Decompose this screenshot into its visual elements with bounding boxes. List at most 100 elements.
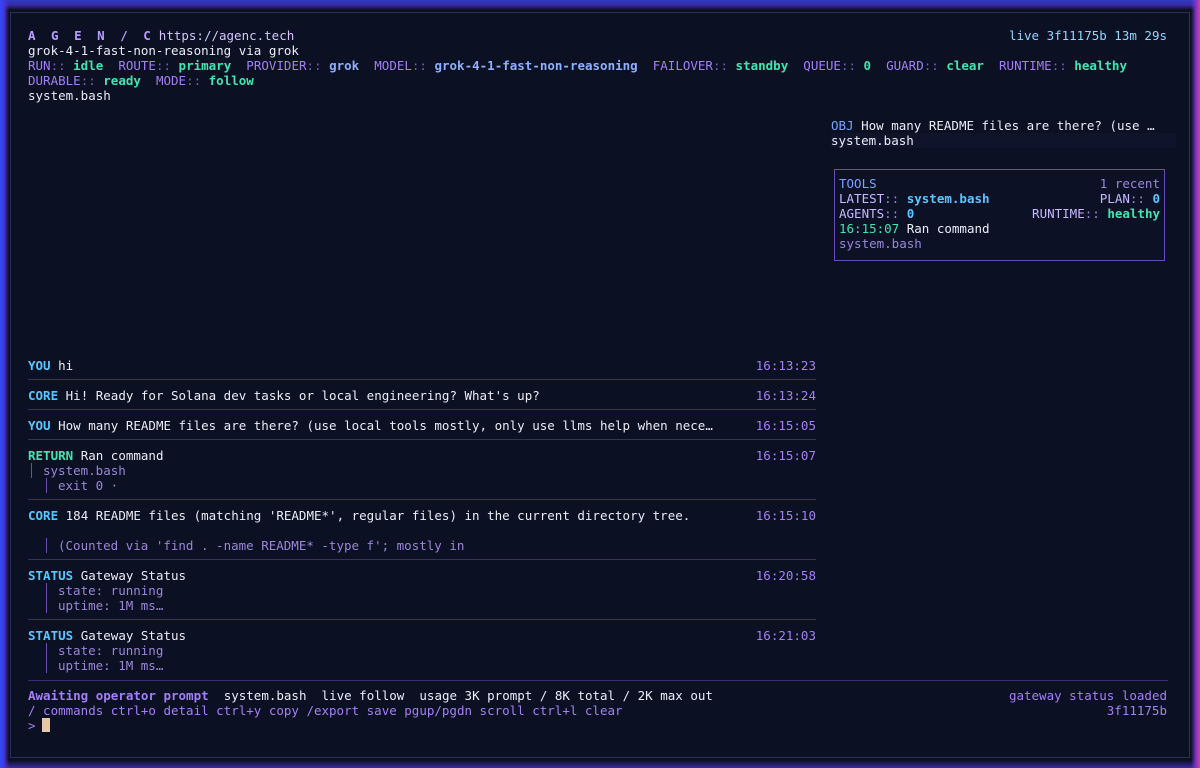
prompt-input[interactable]: >: [28, 718, 50, 733]
message-you-1[interactable]: YOU hi 16:13:23: [28, 358, 816, 373]
message-core-1[interactable]: CORE Hi! Ready for Solana dev tasks or l…: [28, 388, 816, 403]
footer-mode: live follow: [321, 688, 405, 703]
message-role: RETURN: [28, 448, 74, 463]
return-tool-name: system.bash: [43, 463, 126, 478]
text-cursor: [41, 718, 50, 732]
status-row-2: DURABLE:: ready MODE:: follow: [28, 73, 254, 88]
awaiting-prompt-label: Awaiting operator prompt: [28, 688, 209, 703]
message-time: 16:15:07: [755, 448, 816, 463]
status-value-durable: ready: [103, 73, 141, 88]
message-text: Gateway Status: [80, 628, 187, 643]
tools-sep: ::: [1084, 206, 1108, 221]
brand-title: A G E N / C: [28, 28, 155, 43]
message-time: 16:21:03: [755, 628, 816, 643]
tools-latest-value: system.bash: [906, 191, 990, 206]
status-sep: ::: [50, 58, 74, 73]
message-role: CORE: [28, 508, 59, 523]
tools-agents-row: AGENTS:: 0 RUNTIME:: healthy: [839, 206, 1160, 221]
status-key-route: ROUTE: [118, 58, 156, 73]
status-sep: ::: [306, 58, 330, 73]
status-sep: ::: [80, 73, 104, 88]
status-value-runtime: healthy: [1074, 58, 1127, 73]
window-frame: A G E N / C https://agenc.tech live 3f111…: [0, 0, 1200, 768]
terminal-screen: A G E N / C https://agenc.tech live 3f111…: [10, 12, 1190, 758]
message-core-2[interactable]: CORE 184 README files (matching 'README*…: [28, 508, 816, 523]
status-key-failover: FAILOVER: [652, 58, 713, 73]
keyboard-hints: / commands ctrl+o detail ctrl+y copy /ex…: [28, 703, 623, 718]
message-text: Gateway Status: [80, 568, 187, 583]
status-state: state: running: [58, 643, 164, 658]
status-value-run: idle: [73, 58, 104, 73]
message-status-1[interactable]: STATUS Gateway Status 16:20:58: [28, 568, 816, 583]
objective-text: How many README files are there? (use …: [861, 118, 1155, 133]
message-time: 16:15:10: [755, 508, 816, 523]
message-text: 184 README files (matching 'README*', re…: [65, 508, 691, 523]
message-role: YOU: [28, 358, 51, 373]
status-sep: ::: [186, 73, 209, 88]
tools-event-time: 16:15:07: [839, 221, 900, 236]
model-line: grok-4-1-fast-non-reasoning via grok: [28, 43, 299, 58]
status-uptime: uptime: 1M ms…: [58, 658, 164, 673]
indent-bar: [46, 643, 47, 673]
status-value-provider: grok: [329, 58, 360, 73]
tools-event-sub-row: system.bash: [839, 236, 1160, 251]
message-divider: [28, 619, 816, 620]
return-exit-code: exit 0 ·: [58, 478, 119, 493]
tools-plan-value: 0: [1152, 191, 1160, 206]
tools-sep: ::: [1129, 191, 1153, 206]
message-return-1[interactable]: RETURN Ran command 16:15:07: [28, 448, 816, 463]
footer-usage: usage 3K prompt / 8K total / 2K max out: [419, 688, 713, 703]
status-sep: ::: [840, 58, 864, 73]
tools-latest-row: LATEST:: system.bash PLAN:: 0: [839, 191, 1160, 206]
gateway-status-notice: gateway status loaded: [1008, 688, 1167, 703]
status-key-runtime: RUNTIME: [999, 58, 1052, 73]
status-key-durable: DURABLE: [28, 73, 81, 88]
footer-status-line: Awaiting operator prompt system.bash liv…: [28, 688, 713, 703]
message-status-2[interactable]: STATUS Gateway Status 16:21:03: [28, 628, 816, 643]
tools-sep: ::: [884, 191, 907, 206]
message-role: STATUS: [28, 628, 74, 643]
status-key-queue: QUEUE: [803, 58, 841, 73]
message-you-2[interactable]: YOU How many README files are there? (us…: [28, 418, 816, 433]
tools-plan: PLAN:: 0: [1100, 191, 1160, 206]
status-sep: ::: [411, 58, 435, 73]
tools-event-sub: system.bash: [839, 236, 922, 251]
tools-runtime: RUNTIME:: healthy: [1032, 206, 1160, 221]
status-key-mode: MODE: [155, 73, 187, 88]
message-divider: [28, 499, 816, 500]
status-uptime: uptime: 1M ms…: [58, 598, 164, 613]
status-state: state: running: [58, 583, 164, 598]
tools-sep: ::: [884, 206, 907, 221]
message-text: How many README files are there? (use lo…: [58, 418, 713, 433]
tools-event-row[interactable]: 16:15:07 Ran command: [839, 221, 1160, 236]
status-key-run: RUN: [28, 58, 51, 73]
prompt-symbol: >: [28, 718, 36, 733]
footer-tool: system.bash: [223, 688, 307, 703]
tools-agents-value: 0: [906, 206, 915, 221]
active-tool-line: system.bash: [28, 88, 111, 103]
live-session-indicator: live 3f11175b 13m 29s: [1008, 28, 1167, 43]
message-time: 16:15:05: [755, 418, 816, 433]
message-role: CORE: [28, 388, 59, 403]
status-sep: ::: [712, 58, 736, 73]
message-divider: [28, 559, 816, 560]
tools-header-row: TOOLS 1 recent: [839, 176, 1160, 191]
brand-url[interactable]: https://agenc.tech: [159, 28, 294, 43]
objective-label: OBJ: [831, 118, 854, 133]
message-text: Hi! Ready for Solana dev tasks or local …: [65, 388, 540, 403]
status-value-route: primary: [178, 58, 232, 73]
message-time: 16:13:23: [755, 358, 816, 373]
message-divider: [28, 439, 816, 440]
status-sep: ::: [155, 58, 179, 73]
tools-runtime-key: RUNTIME: [1032, 206, 1085, 221]
session-id: 3f11175b: [1106, 703, 1167, 718]
status-value-guard: clear: [946, 58, 984, 73]
indent-bar: [46, 583, 47, 613]
indent-bar: [46, 478, 47, 493]
message-text: hi: [58, 358, 74, 373]
objective-panel: OBJ How many README files are there? (us…: [831, 118, 1155, 133]
message-time: 16:20:58: [755, 568, 816, 583]
message-divider: [28, 379, 816, 380]
tools-runtime-value: healthy: [1107, 206, 1160, 221]
status-sep: ::: [1051, 58, 1075, 73]
